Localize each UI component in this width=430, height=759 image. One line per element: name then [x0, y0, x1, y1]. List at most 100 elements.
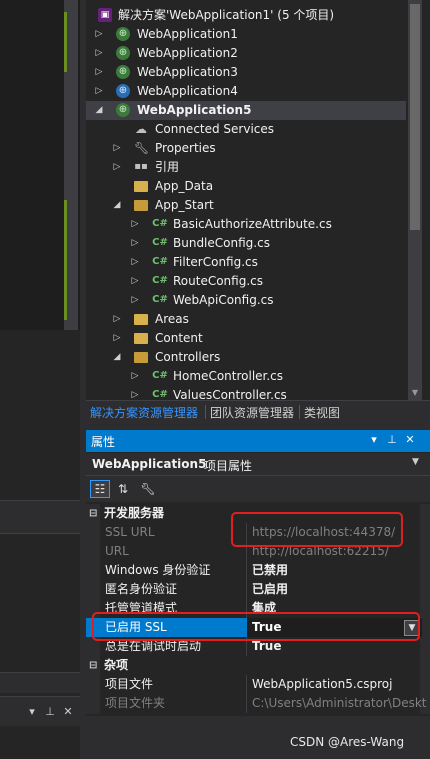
highlight-box: [92, 612, 420, 641]
scrollbar-thumb[interactable]: [410, 4, 420, 230]
tab-solution-explorer[interactable]: 解决方案资源管理器: [90, 404, 198, 421]
expand-arrow-icon[interactable]: ▷: [130, 367, 140, 386]
property-name: 项目文件夹: [105, 696, 166, 710]
expand-arrow-icon[interactable]: ▷: [130, 234, 140, 253]
web-project-icon: ⊕: [116, 46, 130, 60]
chevron-down-icon[interactable]: ▼: [412, 457, 419, 467]
tree-item[interactable]: ▷ C# BasicAuthorizeAttribute.cs: [86, 215, 406, 234]
property-name: 项目文件: [105, 677, 154, 691]
property-name: SSL URL: [105, 525, 155, 539]
tree-item[interactable]: ▷ Content: [86, 329, 406, 348]
object-name: WebApplication5: [92, 457, 207, 471]
tree-item[interactable]: ▷ C# RouteConfig.cs: [86, 272, 406, 291]
property-name: Windows 身份验证: [105, 563, 211, 577]
property-value[interactable]: 已禁用: [252, 561, 288, 580]
web-project-icon: ⊕: [116, 27, 130, 41]
grid-divider: [246, 561, 247, 580]
expand-arrow-icon[interactable]: ▷: [130, 253, 140, 272]
tree-item[interactable]: ◢ Controllers: [86, 348, 406, 367]
references-icon: ▪▪: [134, 161, 148, 172]
tree-item-label: Content: [155, 331, 203, 345]
collapse-arrow-icon[interactable]: ◢: [112, 348, 122, 367]
pin-icon[interactable]: ⊥: [386, 433, 398, 446]
scroll-down-icon[interactable]: ▼: [408, 386, 422, 400]
tree-item-label: RouteConfig.cs: [173, 274, 263, 288]
tree-item[interactable]: App_Data: [86, 177, 406, 196]
property-row[interactable]: 项目文件 WebApplication5.csproj: [86, 675, 420, 694]
tab-separator: [205, 405, 206, 419]
property-pages-icon[interactable]: 🔧︎: [138, 480, 158, 498]
expand-arrow-icon[interactable]: ▷: [94, 44, 104, 63]
category-row[interactable]: ⊟ 杂项: [86, 656, 420, 675]
property-row[interactable]: Windows 身份验证 已禁用: [86, 561, 420, 580]
property-value[interactable]: WebApplication5.csproj: [252, 675, 392, 694]
expand-arrow-icon[interactable]: ▷: [130, 215, 140, 234]
change-marker: [64, 200, 67, 320]
tree-item[interactable]: ▷ 🔧︎ Properties: [86, 139, 406, 158]
tree-item-label: BundleConfig.cs: [173, 236, 270, 250]
alphabetical-icon[interactable]: ⇅: [113, 480, 133, 498]
project-node[interactable]: ▷ ⊕ WebApplication2: [86, 44, 406, 63]
close-icon[interactable]: ✕: [62, 705, 74, 718]
project-label: WebApplication3: [137, 65, 238, 79]
dropdown-icon[interactable]: ▾: [26, 705, 38, 718]
expand-arrow-icon[interactable]: ▷: [112, 310, 122, 329]
expand-arrow-icon[interactable]: ▷: [112, 329, 122, 348]
tree-item[interactable]: ▷ C# HomeController.cs: [86, 367, 406, 386]
collapse-arrow-icon[interactable]: ◢: [94, 101, 104, 120]
project-node-selected[interactable]: ◢ ⊕ WebApplication5: [86, 101, 406, 120]
property-value: C:\Users\Administrator\Deskt: [252, 696, 427, 710]
expand-arrow-icon[interactable]: ▷: [94, 82, 104, 101]
close-icon[interactable]: ✕: [404, 433, 416, 446]
expand-arrow-icon[interactable]: ▷: [130, 291, 140, 310]
solution-icon: ▣: [98, 8, 112, 22]
expand-arrow-icon[interactable]: ▷: [112, 139, 122, 158]
expand-arrow-icon[interactable]: ▷: [112, 158, 122, 177]
tree-item-label: App_Start: [155, 198, 214, 212]
project-node[interactable]: ▷ ⊕ WebApplication4: [86, 82, 406, 101]
pin-icon[interactable]: ⊥: [44, 705, 56, 718]
tree-item[interactable]: ◢ App_Start: [86, 196, 406, 215]
property-row[interactable]: 匿名身份验证 已启用: [86, 580, 420, 599]
lower-panel: [0, 330, 80, 759]
expand-arrow-icon[interactable]: ▷: [94, 25, 104, 44]
watermark: CSDN @Ares-Wang: [290, 735, 405, 749]
property-name: 匿名身份验证: [105, 582, 178, 596]
tree-item[interactable]: ▷ C# BundleConfig.cs: [86, 234, 406, 253]
csharp-file-icon: C#: [152, 275, 168, 286]
tree-item-label: Properties: [155, 141, 216, 155]
expand-arrow-icon[interactable]: ▷: [94, 63, 104, 82]
category-label: 杂项: [104, 658, 129, 672]
tree-item-label: Controllers: [155, 350, 221, 364]
tree-item-label: FilterConfig.cs: [173, 255, 258, 269]
grid-divider: [246, 580, 247, 599]
wrench-icon: 🔧︎: [134, 141, 150, 155]
output-panel-body: [0, 726, 80, 759]
web-project-icon: ⊕: [116, 103, 130, 117]
expand-arrow-icon[interactable]: ▷: [130, 386, 140, 400]
tab-team-explorer[interactable]: 团队资源管理器: [210, 404, 294, 421]
project-node[interactable]: ▷ ⊕ WebApplication3: [86, 63, 406, 82]
tree-item[interactable]: ▷ C# FilterConfig.cs: [86, 253, 406, 272]
tree-item[interactable]: ☁ Connected Services: [86, 120, 406, 139]
tree-item[interactable]: ▷ ▪▪ 引用: [86, 158, 406, 177]
tree-item-label: HomeController.cs: [173, 369, 284, 383]
solution-node[interactable]: ▣ 解决方案'WebApplication1' (5 个项目): [86, 6, 406, 25]
collapse-icon[interactable]: ⊟: [89, 656, 97, 675]
tree-item[interactable]: ▷ C# WebApiConfig.cs: [86, 291, 406, 310]
property-value[interactable]: 已启用: [252, 580, 288, 599]
property-row[interactable]: 项目文件夹 C:\Users\Administrator\Deskt: [86, 694, 427, 713]
project-label: WebApplication1: [137, 27, 238, 41]
tree-item[interactable]: ▷ C# ValuesController.cs: [86, 386, 406, 400]
project-node[interactable]: ▷ ⊕ WebApplication1: [86, 25, 406, 44]
categorized-icon[interactable]: ☷: [90, 480, 110, 498]
tree-item[interactable]: ▷ Areas: [86, 310, 406, 329]
collapse-arrow-icon[interactable]: ◢: [112, 196, 122, 215]
open-folder-icon: [134, 200, 148, 211]
csharp-file-icon: C#: [152, 389, 168, 400]
web-project-icon: ⊕: [116, 65, 130, 79]
tab-class-view[interactable]: 类视图: [304, 404, 340, 421]
collapse-icon[interactable]: ⊟: [89, 504, 97, 523]
dropdown-icon[interactable]: ▾: [368, 433, 380, 446]
expand-arrow-icon[interactable]: ▷: [130, 272, 140, 291]
